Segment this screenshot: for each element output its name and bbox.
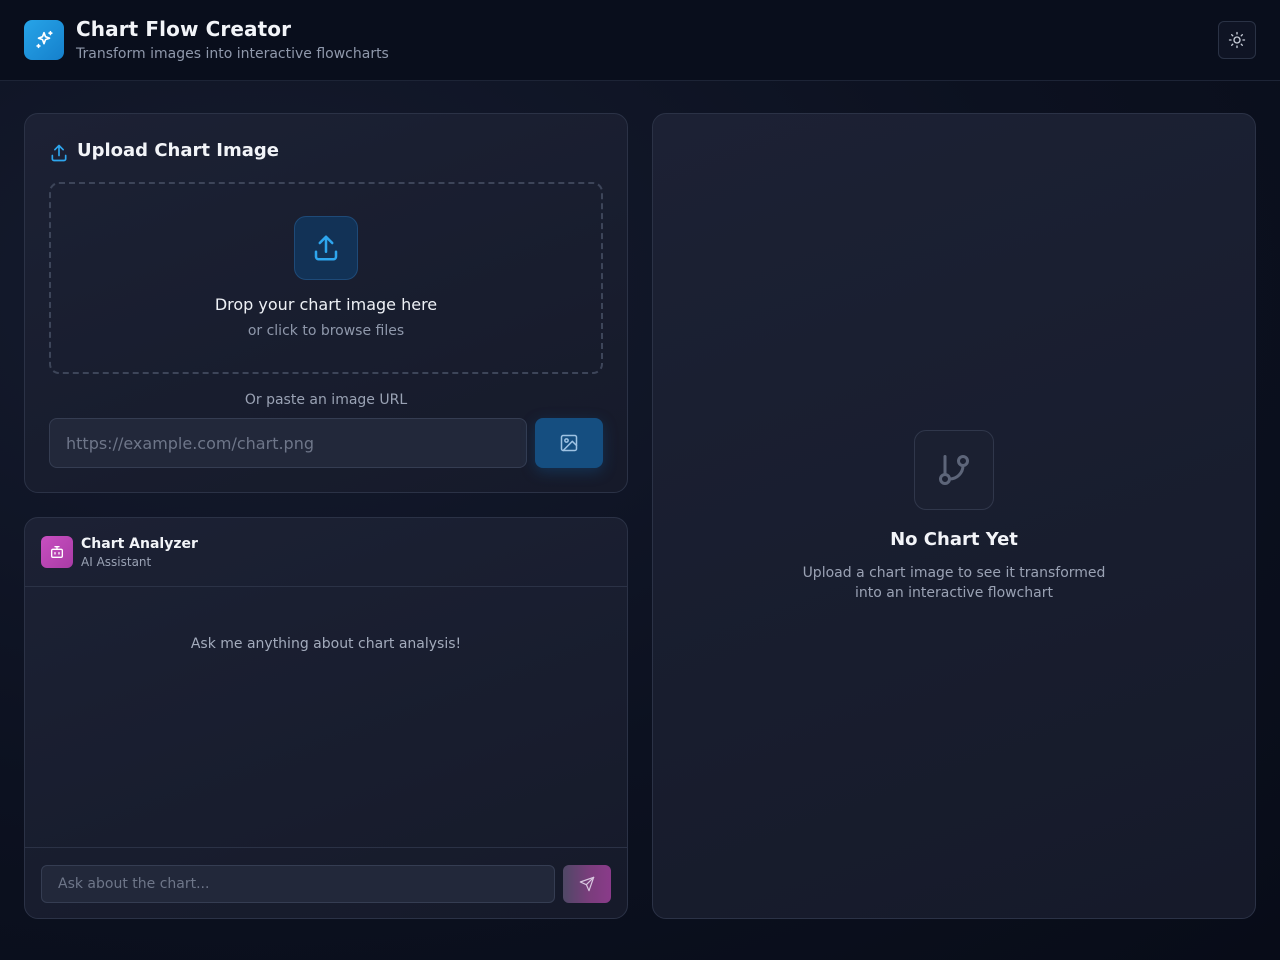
app-title: Chart Flow Creator [76,17,292,41]
app-header: Chart Flow Creator Transform images into… [0,0,1280,81]
image-dropzone[interactable]: Drop your chart image here or click to b… [49,182,603,374]
empty-state-icon-box [914,430,994,510]
app-subtitle: Transform images into interactive flowch… [76,46,389,62]
flowchart-preview-panel: No Chart Yet Upload a chart image to see… [652,113,1256,919]
dropzone-subtitle: or click to browse files [247,323,405,339]
dropzone-title: Drop your chart image here [214,295,438,314]
upload-icon [314,235,338,261]
git-branch-icon [939,455,969,485]
chat-footer [25,847,627,918]
chat-subtitle: AI Assistant [81,555,152,569]
dropzone-icon-box [294,216,358,280]
send-button[interactable] [563,865,611,903]
send-icon [579,876,595,892]
chat-panel: Chart Analyzer AI Assistant Ask me anyth… [24,517,628,919]
image-icon [560,434,578,452]
chat-title: Chart Analyzer [81,536,198,552]
app-logo [24,20,64,60]
sparkles-icon [36,30,53,49]
bot-avatar [41,536,73,568]
upload-heading: Upload Chart Image [77,140,279,161]
empty-state-description: Upload a chart image to see it transform… [802,565,1106,601]
sun-icon [1228,31,1246,49]
load-url-button[interactable] [535,418,603,468]
chat-empty-message: Ask me anything about chart analysis! [190,636,462,652]
empty-state-title: No Chart Yet [890,529,1018,550]
upload-panel: Upload Chart Image Drop your chart image… [24,113,628,493]
upload-icon [51,144,67,162]
image-url-input[interactable] [49,418,527,468]
bot-icon [51,546,63,558]
url-label: Or paste an image URL [244,392,408,408]
chat-header: Chart Analyzer AI Assistant [25,518,627,587]
chat-input[interactable] [41,865,555,903]
theme-toggle-button[interactable] [1218,21,1256,59]
